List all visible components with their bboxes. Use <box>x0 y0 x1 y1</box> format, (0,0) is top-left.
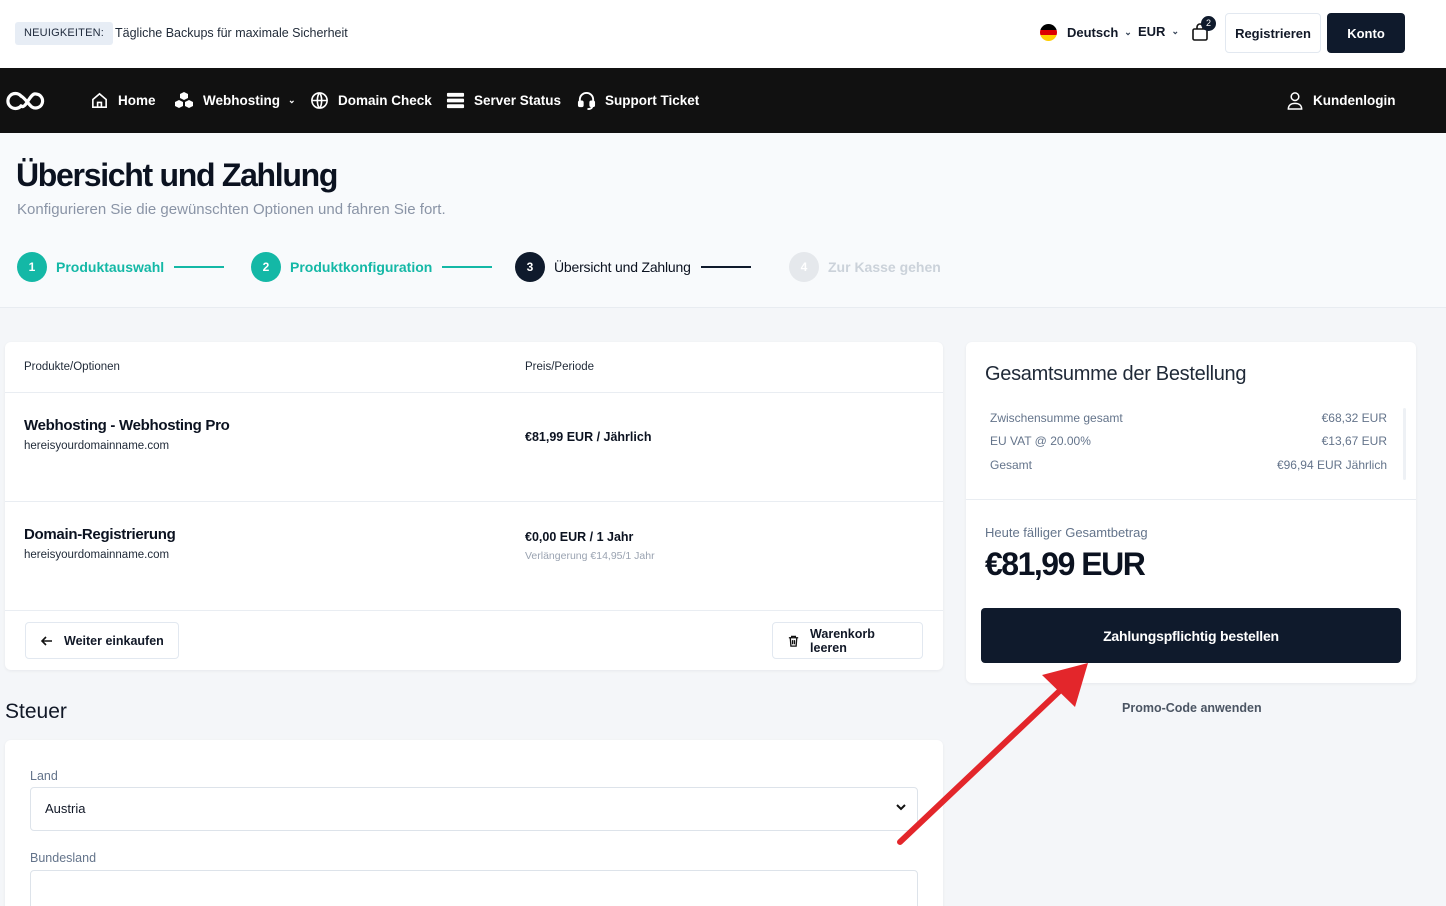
nav-home[interactable]: Home <box>90 91 156 110</box>
step-1[interactable]: 1 Produktauswahl <box>17 252 225 282</box>
step-label: Zur Kasse gehen <box>828 259 941 275</box>
page-subtitle: Konfigurieren Sie die gewünschten Option… <box>17 201 446 218</box>
step-connector <box>442 266 493 268</box>
nav-customer-login-label: Kundenlogin <box>1313 93 1396 108</box>
divider <box>5 501 943 502</box>
country-value: Austria <box>45 801 86 816</box>
cart-count-badge: 2 <box>1201 16 1216 31</box>
summary-row-vat: EU VAT @ 20.00% €13,67 EUR <box>990 434 1387 448</box>
german-flag-icon <box>1040 24 1057 41</box>
register-button[interactable]: Registrieren <box>1225 13 1321 53</box>
step-3: 3 Übersicht und Zahlung <box>515 252 751 282</box>
nav-webhosting[interactable]: Webhosting ⌄ <box>174 91 296 110</box>
empty-cart-button[interactable]: Warenkorb leeren <box>772 622 923 659</box>
divider <box>5 610 943 611</box>
step-number: 2 <box>251 252 281 282</box>
summary-value: €96,94 EUR Jährlich <box>1276 458 1387 472</box>
summary-row-subtotal: Zwischensumme gesamt €68,32 EUR <box>990 411 1387 425</box>
trash-icon <box>788 635 799 647</box>
arrow-left-icon <box>40 635 52 646</box>
nav-webhosting-label: Webhosting <box>203 93 280 108</box>
step-2[interactable]: 2 Produktkonfiguration <box>251 252 493 282</box>
page-header: Übersicht und Zahlung Konfigurieren Sie … <box>0 133 1446 308</box>
product-renewal: Verlängerung €14,95/1 Jahr <box>525 550 655 562</box>
step-connector <box>700 266 751 268</box>
step-connector <box>174 266 225 268</box>
nav-customer-login[interactable]: Kundenlogin <box>1286 91 1395 110</box>
empty-cart-label: Warenkorb leeren <box>810 626 875 655</box>
product-domain: hereisyourdomainname.com <box>24 440 170 452</box>
country-select[interactable]: Austria <box>30 787 918 831</box>
step-number: 1 <box>17 252 47 282</box>
logo-icon[interactable] <box>6 89 46 118</box>
currency-selector[interactable]: EUR ⌄ <box>1138 24 1179 39</box>
language-label: Deutsch <box>1067 25 1119 40</box>
top-bar: NEUIGKEITEN: Tägliche Backups für maxima… <box>0 0 1446 68</box>
state-input[interactable] <box>30 870 918 906</box>
globe-icon <box>311 92 328 109</box>
step-4: 4 Zur Kasse gehen <box>789 252 941 282</box>
page-title: Übersicht und Zahlung <box>16 157 338 193</box>
nav-support-ticket-label: Support Ticket <box>605 93 700 108</box>
step-label: Übersicht und Zahlung <box>554 259 691 275</box>
news-badge: NEUIGKEITEN: <box>15 22 114 45</box>
product-price: €0,00 EUR / 1 Jahr <box>525 530 634 544</box>
chevron-down-icon: ⌄ <box>1171 26 1179 36</box>
due-today-amount: €81,99 EUR <box>985 546 1146 582</box>
news-text[interactable]: Tägliche Backups für maximale Sicherheit <box>115 26 348 40</box>
nav-support-ticket[interactable]: Support Ticket <box>577 91 699 110</box>
summary-value: €13,67 EUR <box>1321 434 1387 448</box>
product-domain: hereisyourdomainname.com <box>24 549 170 561</box>
continue-shopping-button[interactable]: Weiter einkaufen <box>25 622 179 659</box>
nav-domain-check-label: Domain Check <box>338 93 432 108</box>
user-icon <box>1287 92 1303 110</box>
order-summary: Gesamtsumme der Bestellung Zwischensumme… <box>966 342 1416 683</box>
due-today-label: Heute fälliger Gesamtbetrag <box>985 525 1148 540</box>
product-price: €81,99 EUR / Jährlich <box>525 430 652 444</box>
column-header-products: Produkte/Optionen <box>24 361 120 373</box>
summary-label: Gesamt <box>990 458 1033 472</box>
nav-domain-check[interactable]: Domain Check <box>310 91 432 110</box>
main-navbar: Home Webhosting ⌄ Domain Check Server St… <box>0 68 1446 133</box>
nav-server-status-label: Server Status <box>474 93 562 108</box>
server-icon <box>446 92 465 109</box>
summary-scrollbar[interactable] <box>1403 408 1406 480</box>
red-arrow-annotation <box>897 663 1088 845</box>
home-icon <box>92 92 107 108</box>
nav-server-status[interactable]: Server Status <box>446 91 561 110</box>
state-label: Bundesland <box>30 851 97 865</box>
cubes-icon <box>175 92 193 108</box>
summary-value: €68,32 EUR <box>1321 411 1387 425</box>
account-button[interactable]: Konto <box>1327 13 1405 53</box>
nav-home-label: Home <box>118 93 156 108</box>
summary-label: Zwischensumme gesamt <box>990 411 1123 425</box>
column-header-price: Preis/Periode <box>525 361 595 373</box>
currency-label: EUR <box>1138 24 1166 39</box>
summary-label: EU VAT @ 20.00% <box>990 434 1091 448</box>
tax-section-title: Steuer <box>5 700 67 723</box>
language-selector[interactable]: Deutsch ⌄ <box>1040 24 1132 41</box>
products-table: Produkte/Optionen Preis/Periode Webhosti… <box>5 342 943 670</box>
summary-row-total: Gesamt €96,94 EUR Jährlich <box>990 458 1387 472</box>
headset-icon <box>577 91 596 110</box>
divider <box>5 392 943 393</box>
step-label: Produktauswahl <box>56 259 165 275</box>
chevron-down-icon: ⌄ <box>1124 27 1132 37</box>
product-name: Webhosting - Webhosting Pro <box>24 417 230 434</box>
divider <box>966 499 1416 500</box>
product-name: Domain-Registrierung <box>24 526 176 543</box>
chevron-down-icon: ⌄ <box>288 95 296 105</box>
apply-promo-link[interactable]: Promo-Code anwenden <box>1122 701 1262 715</box>
step-label: Produktkonfiguration <box>290 259 433 275</box>
summary-title: Gesamtsumme der Bestellung <box>985 363 1247 385</box>
step-number: 3 <box>515 252 545 282</box>
country-label: Land <box>30 769 58 783</box>
continue-shopping-label: Weiter einkaufen <box>64 633 164 648</box>
step-number: 4 <box>789 252 819 282</box>
tax-card: Land Austria Bundesland <box>5 740 943 906</box>
